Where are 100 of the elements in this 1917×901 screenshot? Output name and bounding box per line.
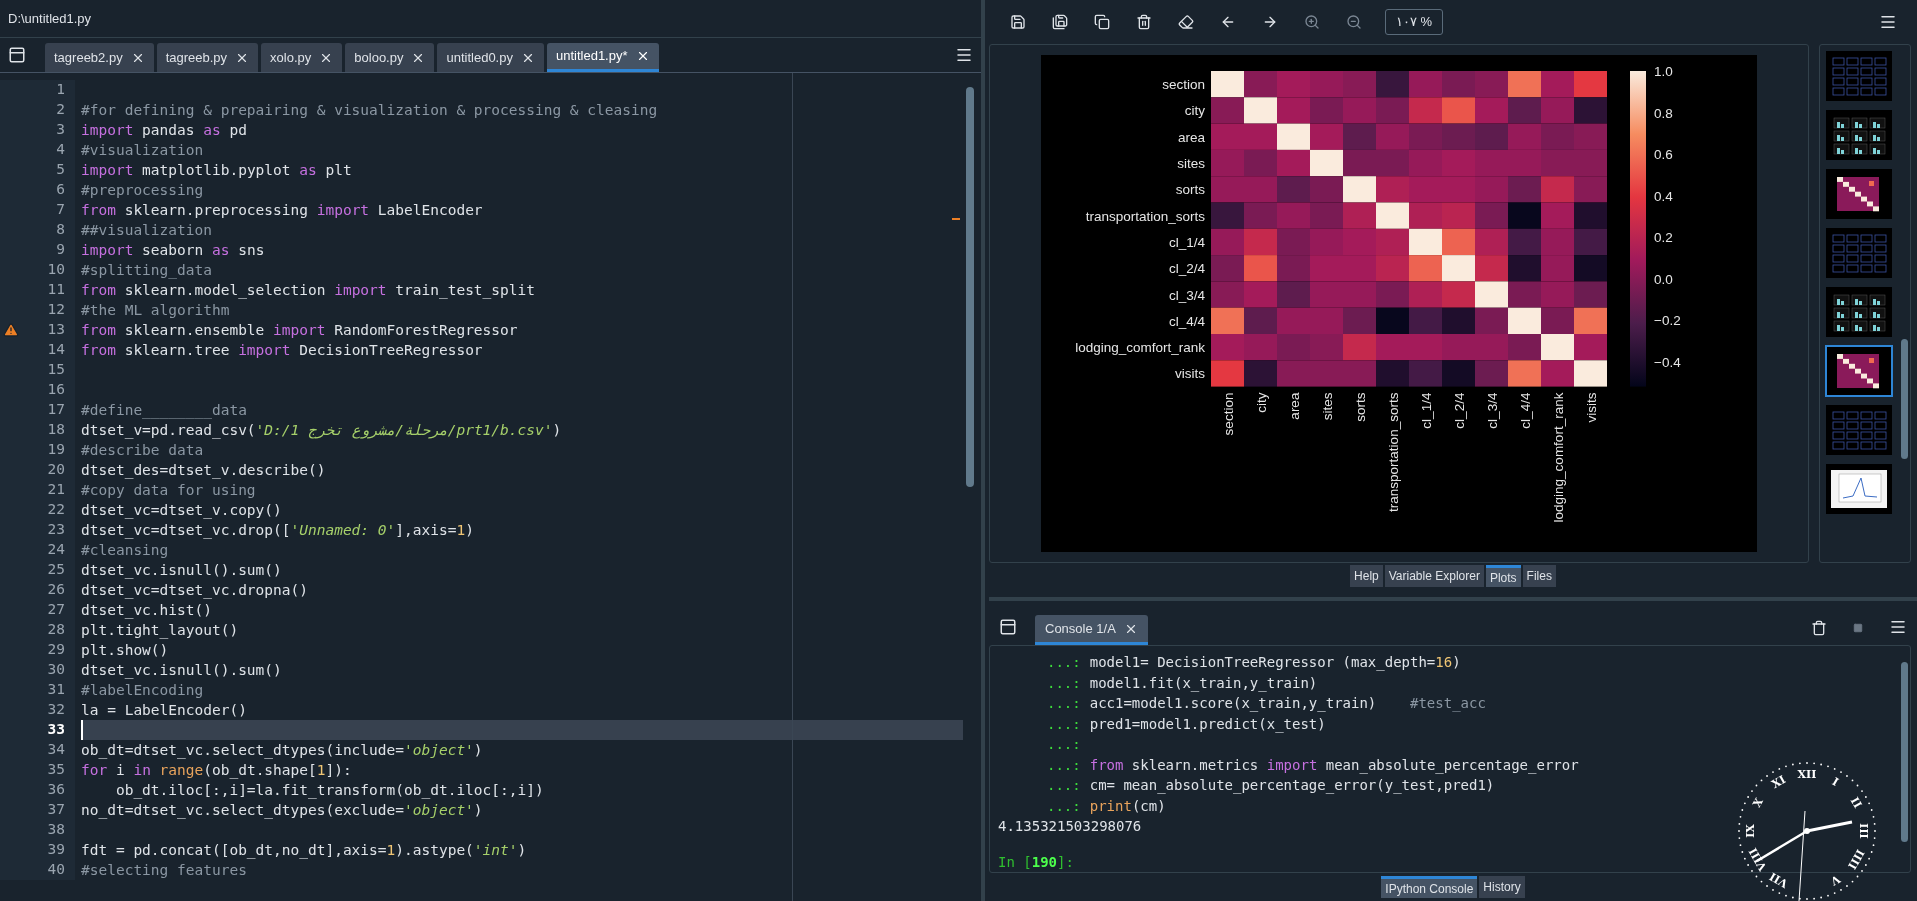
- plot-thumbnail[interactable]: [1825, 344, 1893, 397]
- line-number: 11: [47, 280, 65, 300]
- row-label: area: [1177, 129, 1205, 145]
- row-label: cl_3/4: [1168, 287, 1205, 303]
- plot-thumbnail[interactable]: [1825, 108, 1893, 161]
- line-number: 23: [47, 520, 65, 540]
- file-tab[interactable]: untitled0.py: [437, 43, 544, 72]
- line-number: 32: [47, 700, 65, 720]
- line-number: 26: [47, 580, 65, 600]
- colorbar-tick-label: −0.2: [1654, 313, 1681, 329]
- trash-icon[interactable]: [1136, 13, 1152, 30]
- stop-icon[interactable]: [1853, 623, 1863, 634]
- console-prompt: ...:: [1047, 694, 1081, 714]
- scrollbar-thumb[interactable]: [1900, 338, 1908, 459]
- column-label: cl_3/4: [1484, 392, 1500, 429]
- plot-thumbnail[interactable]: [1825, 462, 1893, 515]
- line-number: 1: [56, 80, 65, 100]
- colorbar-tick-label: 0.8: [1654, 105, 1673, 121]
- zoom-field[interactable]: ١٠٧ %: [1385, 8, 1444, 35]
- zoom-out-icon[interactable]: [1346, 13, 1362, 30]
- file-tab[interactable]: tagreeb.py: [156, 43, 259, 72]
- code-line: import seaborn as sns: [81, 242, 265, 258]
- line-number: 40: [47, 860, 65, 880]
- pane-tab[interactable]: IPython Console: [1381, 876, 1478, 898]
- column-label: section: [1220, 392, 1236, 436]
- code-line: dtset_vc=dtset_vc.dropna(): [81, 582, 308, 598]
- console-code: model1.fit(x_train,y_train): [1089, 673, 1318, 694]
- code-line: ob_dt=dtset_vc.select_dtypes(include='object'): [81, 742, 483, 758]
- row-label: cl_4/4: [1168, 313, 1205, 329]
- column-label: sites: [1319, 392, 1335, 421]
- scrollbar-thumb[interactable]: [966, 87, 974, 487]
- window-icon[interactable]: [8, 46, 26, 64]
- line-number: 2: [56, 100, 65, 120]
- line-number: 38: [47, 820, 65, 840]
- line-number: 29: [47, 640, 65, 660]
- pane-tab[interactable]: Plots: [1485, 565, 1521, 588]
- column-label: transportation_sorts: [1385, 392, 1401, 512]
- code-line: #splitting_data: [81, 262, 212, 278]
- file-tab[interactable]: boloo.py: [345, 43, 435, 72]
- colorbar-tick-label: 0.0: [1654, 271, 1673, 287]
- console-prompt: ...:: [1047, 755, 1081, 775]
- column-label: area: [1286, 392, 1302, 420]
- save-icon[interactable]: [1010, 13, 1026, 30]
- colorbar-tick-label: 0.6: [1654, 147, 1673, 163]
- trash-icon[interactable]: [1811, 620, 1827, 637]
- scrollbar-thumb[interactable]: [1900, 662, 1908, 843]
- code-line: dtset_vc.hist(): [81, 602, 212, 618]
- pane-tab[interactable]: Files: [1522, 565, 1556, 588]
- plot-thumbnail[interactable]: [1825, 403, 1893, 456]
- console-tab[interactable]: Console 1/A: [1035, 615, 1148, 646]
- line-number: 21: [47, 480, 65, 500]
- plot-thumbnail[interactable]: [1825, 167, 1893, 220]
- plot-thumbnail[interactable]: [1825, 285, 1893, 338]
- code-line: dtset_vc=dtset_vc.drop(['Unnamed: 0'],axis=1): [81, 522, 474, 538]
- line-number: 28: [47, 620, 65, 640]
- console-prompt: ...:: [1047, 714, 1081, 734]
- pane-tab[interactable]: History: [1479, 876, 1525, 898]
- console-prompt: ...:: [1047, 796, 1081, 816]
- pane-tab[interactable]: Variable Explorer: [1384, 565, 1484, 588]
- row-label: visits: [1175, 366, 1205, 382]
- warning-marker: [952, 218, 960, 220]
- code-line: dtset_des=dtset_v.describe(): [81, 462, 326, 478]
- column-label: cl_1/4: [1418, 392, 1434, 429]
- code-line: no_dt=dtset_vc.select_dtypes(exclude='object'): [81, 802, 483, 818]
- zoom-in-icon[interactable]: [1304, 13, 1320, 30]
- console-code: acc1=model1.score(x_train,y_train) #test_acc: [1089, 694, 1486, 714]
- plot-thumbnail[interactable]: [1825, 49, 1893, 102]
- console-code: from sklearn.metrics import mean_absolute_percentage_error: [1089, 755, 1579, 776]
- window-icon[interactable]: [999, 618, 1017, 637]
- plot-thumbnail[interactable]: [1825, 226, 1893, 279]
- column-label: city: [1253, 392, 1269, 413]
- code-line: #preprocessing: [81, 182, 204, 198]
- console-prompt: ...:: [1047, 653, 1081, 673]
- file-tab[interactable]: tagreeb2.py: [45, 43, 154, 72]
- line-number: 12: [47, 300, 65, 320]
- line-number: 31: [47, 680, 65, 700]
- code-line: #the ML algorithm: [81, 302, 230, 318]
- console-output: 4.135321503298076: [998, 818, 1142, 835]
- pane-tab[interactable]: Help: [1350, 565, 1383, 588]
- file-path: D:\untitled1.py: [8, 9, 92, 28]
- save-all-icon[interactable]: [1052, 13, 1068, 30]
- line-number: 27: [47, 600, 65, 620]
- copy-icon[interactable]: [1094, 13, 1110, 30]
- column-label: sorts: [1352, 392, 1368, 422]
- console-code: cm= mean_absolute_percentage_error(y_test,pred1): [1089, 776, 1495, 796]
- console-code: print(cm): [1089, 796, 1166, 816]
- row-label: transportation_sorts: [1085, 208, 1205, 224]
- line-number: 37: [47, 800, 65, 820]
- code-line: la = LabelEncoder(): [81, 702, 247, 718]
- line-number: 10: [47, 260, 65, 280]
- file-tab[interactable]: xolo.py: [261, 43, 343, 72]
- eraser-icon[interactable]: [1178, 13, 1194, 30]
- code-line: dtset_vc.isnull().sum(): [81, 562, 282, 578]
- line-number: 16: [47, 380, 65, 400]
- menu-icon[interactable]: [955, 46, 973, 64]
- line-number: 25: [47, 560, 65, 580]
- file-tab[interactable]: untitled1.py*: [546, 43, 659, 72]
- row-label: cl_1/4: [1168, 235, 1205, 250]
- line-number: 35: [47, 760, 65, 780]
- line-number: 15: [47, 360, 65, 380]
